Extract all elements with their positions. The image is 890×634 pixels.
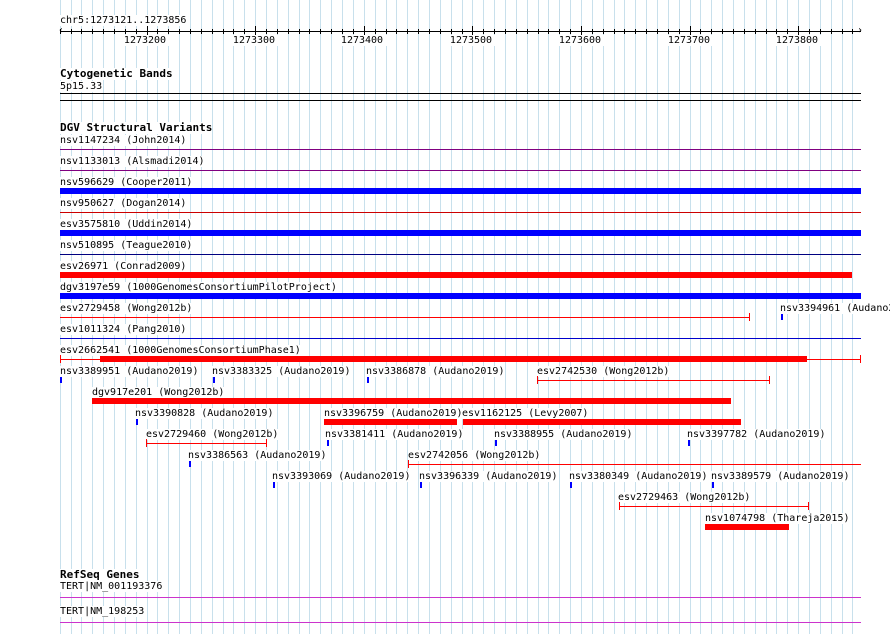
- variant-label[interactable]: nsv3396339 (Audano2019): [419, 471, 558, 482]
- variant-end-cap: [860, 355, 861, 363]
- variant-label[interactable]: nsv596629 (Cooper2011): [60, 177, 193, 188]
- variant-end-cap: [808, 502, 809, 510]
- variant-label[interactable]: esv1011324 (Pang2010): [60, 324, 187, 335]
- variant-label[interactable]: esv2729458 (Wong2012b): [60, 303, 193, 314]
- cytoband-line[interactable]: [60, 93, 861, 94]
- track-title-refseq: RefSeq Genes: [60, 568, 140, 581]
- track-title-dgv: DGV Structural Variants: [60, 121, 213, 134]
- variant-feature[interactable]: [273, 482, 275, 488]
- cytoband-label: 5p15.33: [60, 81, 103, 92]
- variant-end-cap: [408, 460, 409, 468]
- variant-end-cap: [266, 439, 267, 447]
- variant-label[interactable]: nsv3386878 (Audano2019): [366, 366, 505, 377]
- variant-feature[interactable]: [463, 419, 741, 425]
- variant-label[interactable]: nsv3386563 (Audano2019): [188, 450, 327, 461]
- variant-feature[interactable]: [60, 188, 861, 194]
- variant-label[interactable]: nsv510895 (Teague2010): [60, 240, 193, 251]
- variant-label[interactable]: nsv3383325 (Audano2019): [212, 366, 351, 377]
- track-separator: [60, 100, 861, 101]
- variant-feature[interactable]: [146, 443, 267, 444]
- variant-label[interactable]: dgv917e201 (Wong2012b): [92, 387, 225, 398]
- region-label: chr5:1273121..1273856: [60, 15, 187, 26]
- variant-feature[interactable]: [705, 524, 789, 530]
- ruler-tick-label: 1273600: [550, 35, 610, 46]
- track-title-cytobands: Cytogenetic Bands: [60, 67, 173, 80]
- ruler-axis: [60, 31, 861, 32]
- variant-label[interactable]: esv2729463 (Wong2012b): [618, 492, 751, 503]
- variant-feature[interactable]: [420, 482, 422, 488]
- variant-feature[interactable]: [60, 338, 861, 339]
- variant-label[interactable]: esv2729460 (Wong2012b): [146, 429, 279, 440]
- variant-feature[interactable]: [688, 440, 690, 446]
- variant-label[interactable]: nsv950627 (Dogan2014): [60, 198, 187, 209]
- variant-label[interactable]: nsv1133013 (Alsmadi2014): [60, 156, 205, 167]
- variant-feature[interactable]: [60, 272, 852, 278]
- ruler-tick-label: 1273200: [115, 35, 175, 46]
- scroll-right-arrow[interactable]: ›: [857, 26, 863, 36]
- variant-label[interactable]: nsv1147234 (John2014): [60, 135, 187, 146]
- variant-feature[interactable]: [100, 356, 807, 362]
- ruler-tick-label: 1273700: [659, 35, 719, 46]
- variant-label[interactable]: nsv3390828 (Audano2019): [135, 408, 274, 419]
- variant-feature[interactable]: [367, 377, 369, 383]
- variant-feature[interactable]: [324, 419, 457, 425]
- variant-feature[interactable]: [92, 398, 731, 404]
- variant-label[interactable]: nsv3380349 (Audano2019): [569, 471, 708, 482]
- genome-browser-view: chr5:1273121..1273856 ‹ › 1273200 127330…: [0, 0, 890, 634]
- variant-end-cap: [749, 313, 750, 321]
- variant-label[interactable]: nsv1074798 (Thareja2015): [705, 513, 850, 524]
- variant-label[interactable]: nsv3389579 (Audano2019): [711, 471, 850, 482]
- variant-label[interactable]: nsv3396759 (Audano2019): [324, 408, 463, 419]
- gene-label[interactable]: TERT|NM_001193376: [60, 581, 163, 592]
- variant-feature[interactable]: [570, 482, 572, 488]
- variant-label[interactable]: esv2742530 (Wong2012b): [537, 366, 670, 377]
- gene-feature[interactable]: [60, 597, 861, 598]
- variant-label[interactable]: esv2742056 (Wong2012b): [408, 450, 541, 461]
- variant-feature[interactable]: [189, 461, 191, 467]
- ruler-tick-label: 1273300: [224, 35, 284, 46]
- gene-feature[interactable]: [60, 622, 861, 623]
- ruler-tick-label: 1273800: [767, 35, 827, 46]
- variant-label[interactable]: esv2662541 (1000GenomesConsortiumPhase1): [60, 345, 301, 356]
- variant-label[interactable]: dgv3197e59 (1000GenomesConsortiumPilotPr…: [60, 282, 337, 293]
- variant-feature[interactable]: [408, 464, 861, 465]
- variant-label[interactable]: nsv3389951 (Audano2019): [60, 366, 199, 377]
- variant-end-cap: [60, 355, 61, 363]
- variant-feature[interactable]: [495, 440, 497, 446]
- variant-feature[interactable]: [712, 482, 714, 488]
- gene-label[interactable]: TERT|NM_198253: [60, 606, 145, 617]
- variant-feature[interactable]: [60, 170, 861, 171]
- variant-feature[interactable]: [60, 377, 62, 383]
- variant-end-cap: [537, 376, 538, 384]
- variant-label[interactable]: nsv3397782 (Audano2019): [687, 429, 826, 440]
- variant-feature[interactable]: [60, 317, 750, 318]
- variant-feature[interactable]: [60, 254, 861, 255]
- ruler-tick-label: 1273500: [441, 35, 501, 46]
- variant-feature[interactable]: [136, 419, 138, 425]
- variant-feature[interactable]: [60, 149, 861, 150]
- scroll-left-arrow[interactable]: ‹: [58, 26, 64, 36]
- variant-label[interactable]: esv3575810 (Uddin2014): [60, 219, 193, 230]
- variant-label[interactable]: nsv3394961 (Audano2019): [780, 303, 890, 314]
- ruler-tick-label: 1273400: [332, 35, 392, 46]
- variant-feature[interactable]: [537, 380, 770, 381]
- variant-label[interactable]: esv26971 (Conrad2009): [60, 261, 187, 272]
- variant-end-cap: [146, 439, 147, 447]
- variant-feature[interactable]: [619, 506, 809, 507]
- variant-end-cap: [769, 376, 770, 384]
- variant-label[interactable]: nsv3381411 (Audano2019): [325, 429, 464, 440]
- variant-feature[interactable]: [781, 314, 783, 320]
- variant-feature[interactable]: [213, 377, 215, 383]
- variant-end-cap: [619, 502, 620, 510]
- variant-label[interactable]: nsv3388955 (Audano2019): [494, 429, 633, 440]
- variant-feature[interactable]: [327, 440, 329, 446]
- variant-feature[interactable]: [60, 293, 861, 299]
- variant-feature[interactable]: [60, 212, 861, 213]
- variant-feature[interactable]: [60, 230, 861, 236]
- variant-label[interactable]: esv1162125 (Levy2007): [462, 408, 589, 419]
- variant-label[interactable]: nsv3393069 (Audano2019): [272, 471, 411, 482]
